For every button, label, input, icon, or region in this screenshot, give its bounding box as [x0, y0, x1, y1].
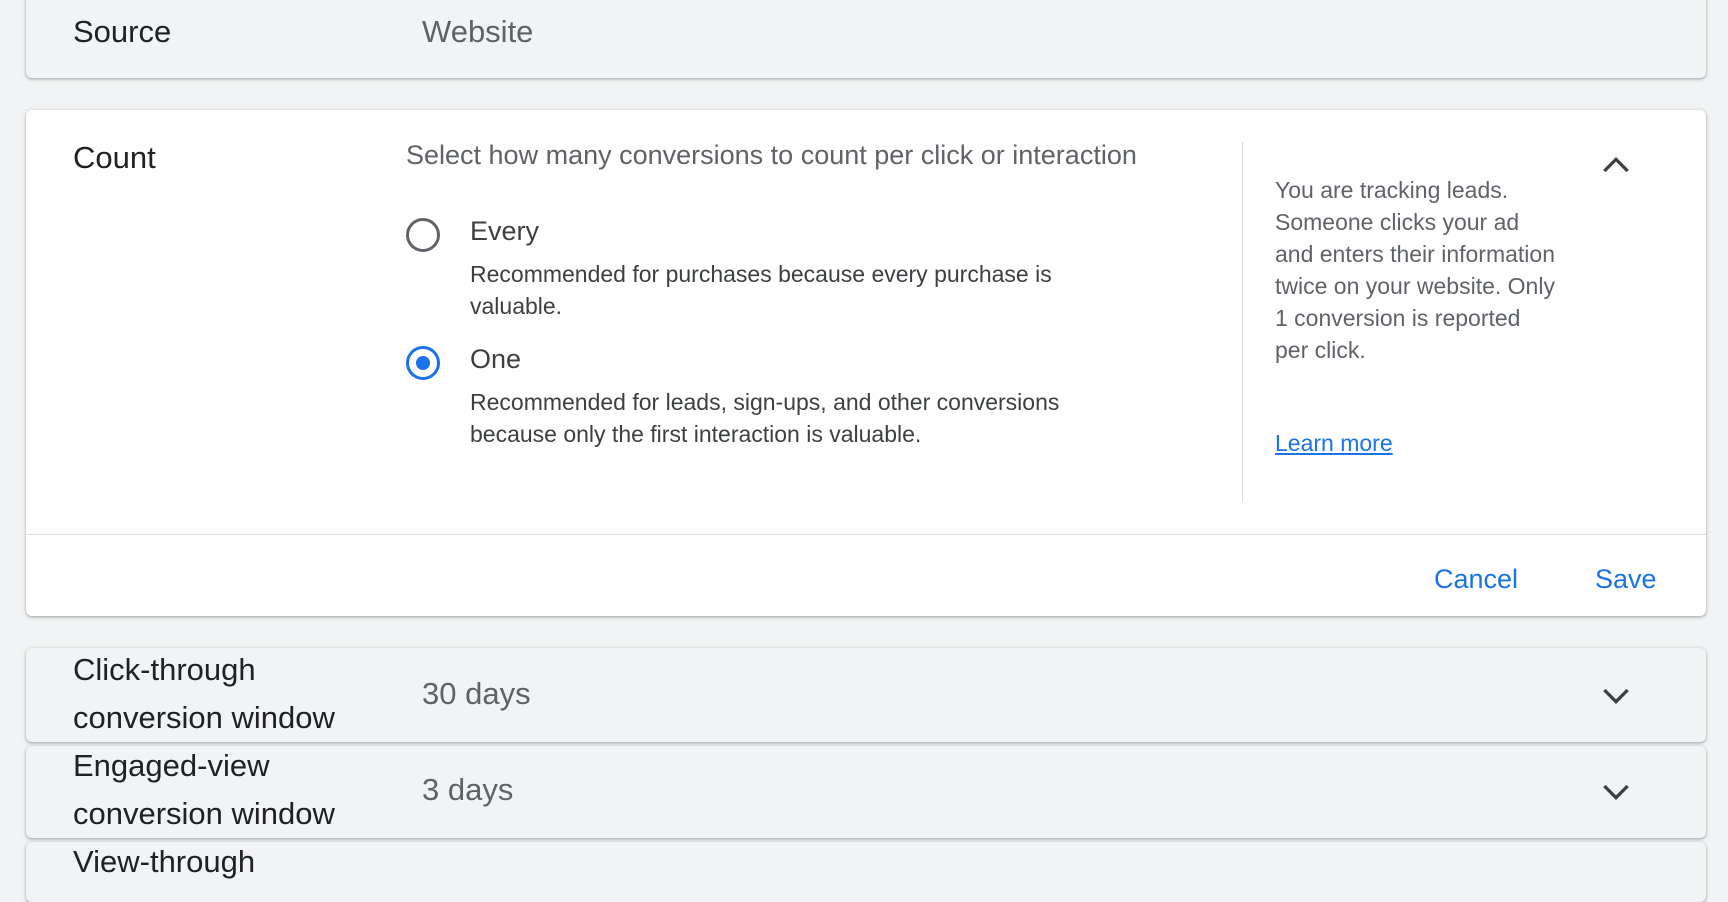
radio-every[interactable]	[406, 218, 440, 252]
source-value: Website	[422, 14, 534, 49]
save-button[interactable]: Save	[1591, 558, 1661, 601]
chevron-up-icon[interactable]	[1596, 146, 1636, 186]
click-through-label-line1: Click-through	[73, 652, 256, 687]
count-label: Count	[73, 140, 156, 175]
vertical-divider	[1242, 142, 1243, 502]
view-through-row[interactable]: View-through	[26, 842, 1706, 902]
engaged-view-label-line2: conversion window	[73, 796, 335, 831]
click-through-row[interactable]: Click-through conversion window 30 days	[26, 648, 1706, 742]
source-label: Source	[73, 14, 172, 49]
footer-divider	[26, 534, 1706, 535]
view-through-label: View-through	[73, 844, 256, 879]
engaged-view-label-line1: Engaged-view	[73, 748, 270, 783]
cancel-button[interactable]: Cancel	[1430, 558, 1522, 601]
chevron-down-icon[interactable]	[1596, 675, 1636, 715]
engaged-view-label: Engaged-view conversion window	[73, 742, 335, 838]
chevron-down-icon[interactable]	[1596, 771, 1636, 811]
source-row[interactable]: Source Website	[26, 0, 1706, 78]
count-prompt: Select how many conversions to count per…	[406, 140, 1137, 170]
click-through-label: Click-through conversion window	[73, 646, 335, 742]
help-text: You are tracking leads. Someone clicks y…	[1275, 177, 1555, 363]
engaged-view-row[interactable]: Engaged-view conversion window 3 days	[26, 746, 1706, 838]
radio-one[interactable]	[406, 346, 440, 380]
option-one-description: Recommended for leads, sign-ups, and oth…	[470, 389, 1060, 447]
option-every-description: Recommended for purchases because every …	[470, 261, 1052, 319]
option-every-label: Every	[470, 216, 540, 246]
click-through-label-line2: conversion window	[73, 700, 335, 735]
click-through-value: 30 days	[422, 676, 531, 711]
option-one-label: One	[470, 344, 522, 374]
engaged-view-value: 3 days	[422, 772, 514, 807]
learn-more-link[interactable]: Learn more	[1275, 430, 1393, 457]
count-panel: Count Select how many conversions to cou…	[26, 110, 1706, 616]
